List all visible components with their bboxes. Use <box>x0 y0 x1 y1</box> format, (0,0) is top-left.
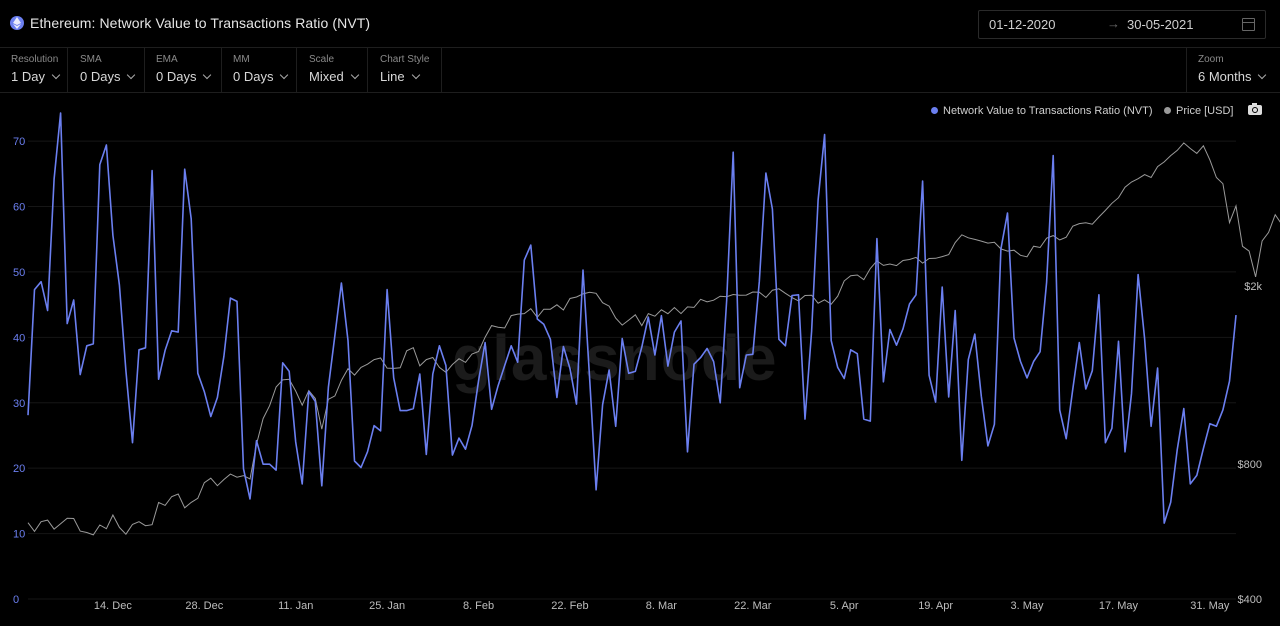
scale-value: Mixed <box>309 69 344 84</box>
x-tick-label: 11. Jan <box>278 600 313 612</box>
date-from-input[interactable]: 01-12-2020 <box>989 17 1056 32</box>
date-to-input[interactable]: 30-05-2021 <box>1127 17 1194 32</box>
scale-dropdown[interactable]: Scale Mixed <box>298 48 368 92</box>
y-tick-label-left: 10 <box>13 529 25 541</box>
y-tick-label-right: $400 <box>1238 594 1262 606</box>
y-tick-label-left: 20 <box>13 463 25 475</box>
price-series-line <box>27 142 1280 536</box>
x-tick-label: 8. Mar <box>646 600 678 612</box>
ema-value: 0 Days <box>156 69 197 84</box>
chart-style-label: Chart Style <box>380 54 430 65</box>
zoom-dropdown[interactable]: Zoom 6 Months <box>1186 48 1280 92</box>
y-tick-label-left: 70 <box>13 136 25 148</box>
ema-label: EMA <box>156 54 178 65</box>
y-tick-label-left: 50 <box>13 267 25 279</box>
x-tick-label: 28. Dec <box>185 600 223 612</box>
x-tick-label: 14. Dec <box>94 600 132 612</box>
x-tick-label: 5. Apr <box>830 600 859 612</box>
arrow-right-icon: → <box>1107 16 1120 31</box>
sma-label: SMA <box>80 54 102 65</box>
sma-value: 0 Days <box>80 69 121 84</box>
y-tick-label-left: 40 <box>13 332 25 344</box>
x-tick-label: 19. Apr <box>918 600 953 612</box>
chart-header: Ethereum: Network Value to Transactions … <box>0 0 1280 48</box>
chart-toolbar: Resolution 1 Day SMA 0 Days EMA 0 Days M… <box>0 48 1280 93</box>
x-tick-label: 31. May <box>1190 600 1230 612</box>
date-range-picker[interactable]: 01-12-2020 → 30-05-2021 <box>978 10 1266 39</box>
chevron-down-icon <box>1258 70 1267 80</box>
nvt-chart: 0 10 20 30 40 50 60 70 $400 $800 $2k 14. Dec 28. Dec… <box>13 112 1280 612</box>
legend-dot-nvt <box>931 107 938 114</box>
ema-dropdown[interactable]: EMA 0 Days <box>145 48 222 92</box>
calendar-icon[interactable] <box>1242 18 1255 31</box>
chevron-down-icon <box>280 70 289 80</box>
legend-dot-price <box>1164 107 1171 114</box>
x-tick-label: 3. May <box>1011 600 1045 612</box>
legend-item-price[interactable]: Price [USD] <box>1164 105 1233 117</box>
x-tick-label: 25. Jan <box>369 600 405 612</box>
mm-dropdown[interactable]: MM 0 Days <box>222 48 297 92</box>
scale-label: Scale <box>309 54 335 65</box>
chart-legend: Network Value to Transactions Ratio (NVT… <box>0 105 1280 121</box>
x-tick-label: 22. Feb <box>551 600 588 612</box>
y-tick-label-left: 30 <box>13 398 25 410</box>
camera-icon[interactable] <box>1248 103 1262 115</box>
chart-area: glassnode 0 10 20 30 40 50 60 70 $400 $800 $2k 14. … <box>0 93 1280 626</box>
zoom-value: 6 Months <box>1198 69 1252 84</box>
chart-style-value: Line <box>380 69 405 84</box>
page-title: Ethereum: Network Value to Transactions … <box>30 15 371 31</box>
chevron-down-icon <box>350 70 359 80</box>
resolution-label: Resolution <box>11 54 59 65</box>
chart-style-dropdown[interactable]: Chart Style Line <box>369 48 442 92</box>
y-tick-label-right: $2k <box>1244 281 1262 293</box>
x-tick-label: 17. May <box>1099 600 1139 612</box>
ethereum-icon <box>10 16 24 30</box>
legend-label-nvt: Network Value to Transactions Ratio (NVT… <box>943 105 1153 117</box>
chevron-down-icon <box>411 70 420 80</box>
chevron-down-icon <box>203 70 212 80</box>
legend-label-price: Price [USD] <box>1176 105 1234 117</box>
resolution-value: 1 Day <box>11 69 45 84</box>
x-tick-label: 8. Feb <box>463 600 494 612</box>
chevron-down-icon <box>127 70 136 80</box>
y-tick-label-left: 60 <box>13 202 25 214</box>
mm-value: 0 Days <box>233 69 274 84</box>
legend-item-nvt[interactable]: Network Value to Transactions Ratio (NVT… <box>931 105 1152 117</box>
resolution-dropdown[interactable]: Resolution 1 Day <box>0 48 68 92</box>
mm-label: MM <box>233 54 250 65</box>
chevron-down-icon <box>51 70 61 80</box>
y-tick-label-left: 0 <box>13 594 19 606</box>
y-tick-label-right: $800 <box>1238 459 1262 471</box>
x-tick-label: 22. Mar <box>734 600 772 612</box>
sma-dropdown[interactable]: SMA 0 Days <box>69 48 145 92</box>
zoom-label: Zoom <box>1198 54 1224 65</box>
